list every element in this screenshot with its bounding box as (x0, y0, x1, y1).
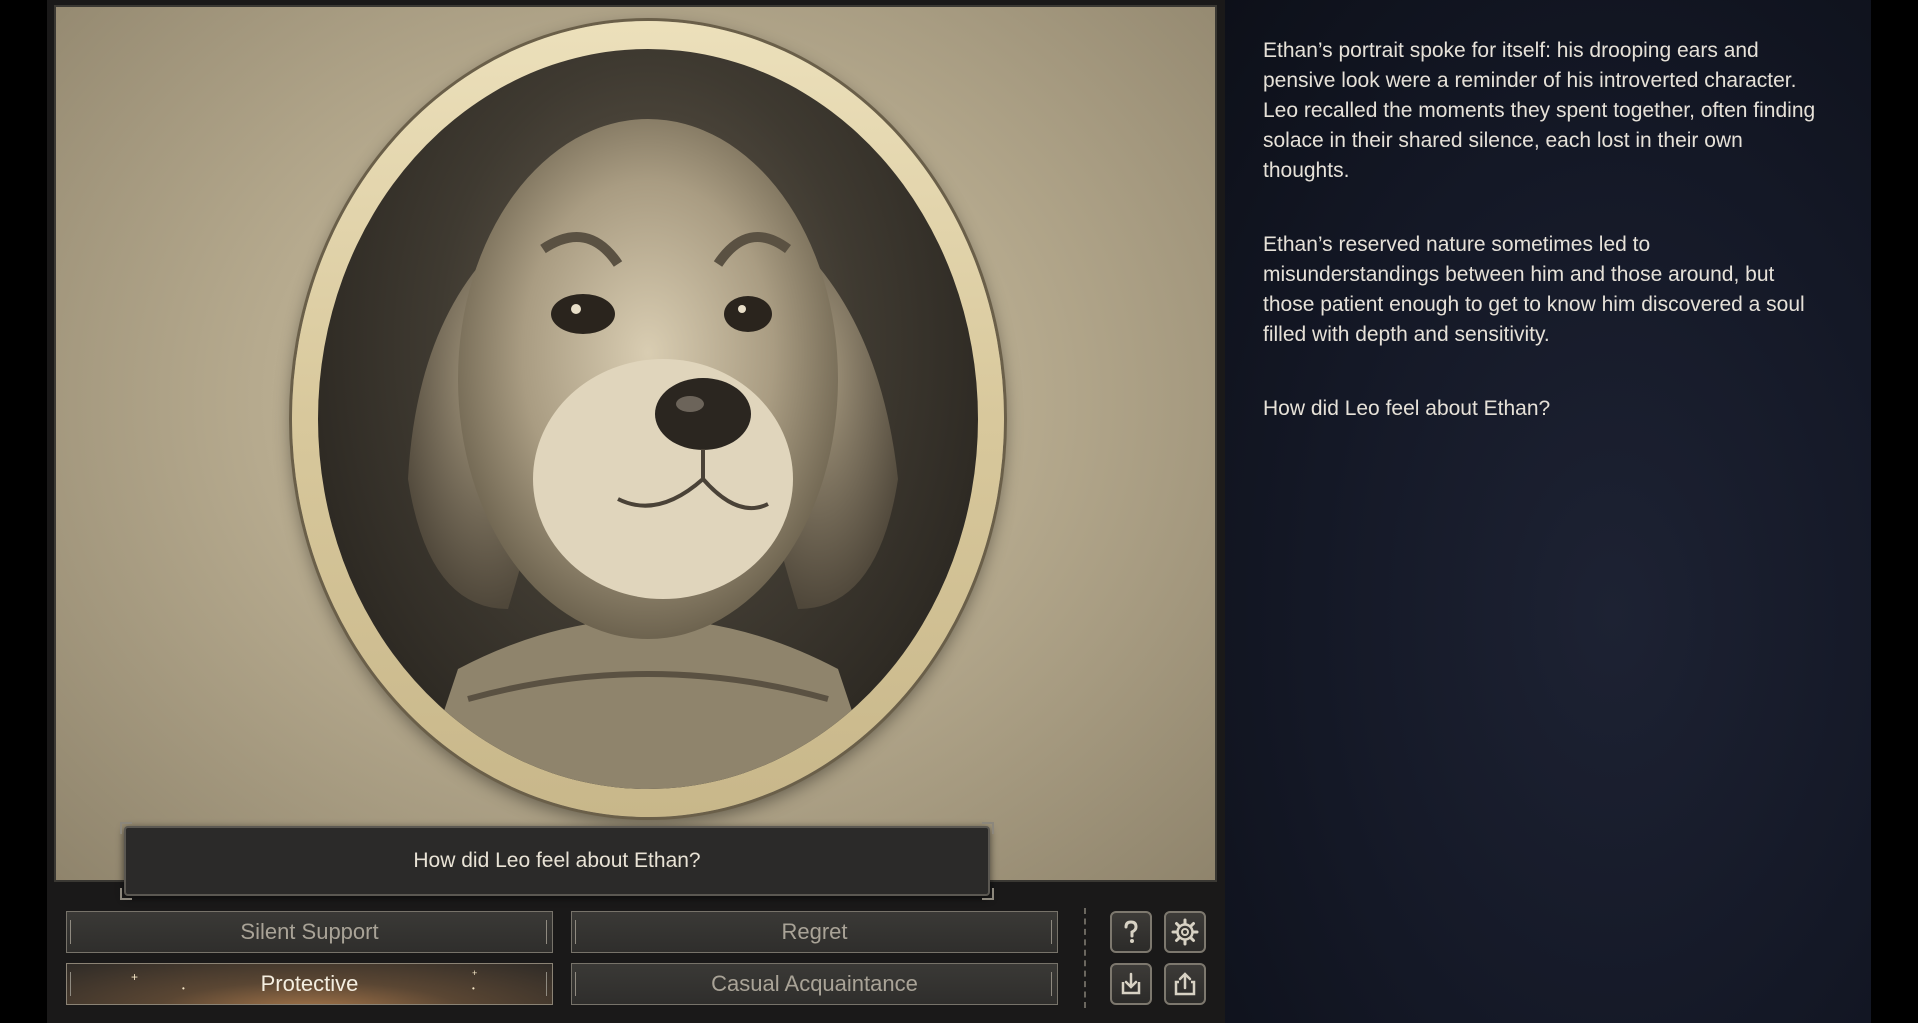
help-button[interactable] (1110, 911, 1152, 953)
choice-edge (70, 972, 75, 996)
narrative-question: How did Leo feel about Ethan? (1263, 397, 1551, 420)
narrative-paragraph: Ethan’s portrait spoke for itself: his d… (1263, 39, 1816, 182)
right-letterbox (1871, 0, 1918, 1023)
frame-corner (982, 822, 994, 834)
portrait-frame (292, 21, 1004, 817)
game-panel: How did Leo feel about Ethan? Silent Sup… (47, 0, 1229, 1023)
save-button[interactable] (1110, 963, 1152, 1005)
choice-casual-acquaintance[interactable]: Casual Acquaintance (571, 963, 1058, 1005)
choice-label: Silent Support (240, 919, 379, 944)
narrative-paragraph: Ethan’s reserved nature sometimes led to… (1263, 233, 1805, 346)
choice-edge (546, 920, 551, 944)
sparkle-icon: + (472, 968, 478, 978)
choice-label: Protective (260, 971, 359, 996)
left-letterbox (0, 0, 47, 1023)
dog-portrait-icon (318, 49, 978, 789)
choice-edge (575, 920, 580, 944)
question-mark-icon (1124, 920, 1138, 943)
download-icon (1121, 972, 1141, 995)
frame-corner (120, 888, 132, 900)
choice-regret[interactable]: Regret (571, 911, 1058, 953)
share-icon (1174, 972, 1196, 996)
choice-label: Casual Acquaintance (711, 971, 918, 996)
choice-edge (1051, 972, 1056, 996)
settings-button[interactable] (1164, 911, 1206, 953)
share-button[interactable] (1164, 963, 1206, 1005)
frame-corner (120, 822, 132, 834)
question-text: How did Leo feel about Ethan? (413, 849, 701, 872)
scene-image (54, 5, 1217, 882)
sparkle-icon: • (182, 984, 185, 993)
sparkle-icon: • (472, 984, 475, 993)
choice-edge (575, 972, 580, 996)
choice-silent-support[interactable]: Silent Support (66, 911, 553, 953)
toolbar-divider (1084, 908, 1086, 1008)
choice-protective[interactable]: + • Protective + • (66, 963, 553, 1005)
choice-edge (1051, 920, 1056, 944)
choice-label: Regret (781, 919, 848, 944)
sparkle-icon: + (131, 970, 139, 984)
choice-edge (546, 972, 551, 996)
narrative-panel: Ethan’s portrait spoke for itself: his d… (1225, 0, 1871, 1023)
gear-icon (1171, 918, 1199, 946)
question-box: How did Leo feel about Ethan? (120, 822, 994, 900)
narrative-text: Ethan’s portrait spoke for itself: his d… (1263, 36, 1823, 468)
choice-edge (70, 920, 75, 944)
frame-corner (982, 888, 994, 900)
